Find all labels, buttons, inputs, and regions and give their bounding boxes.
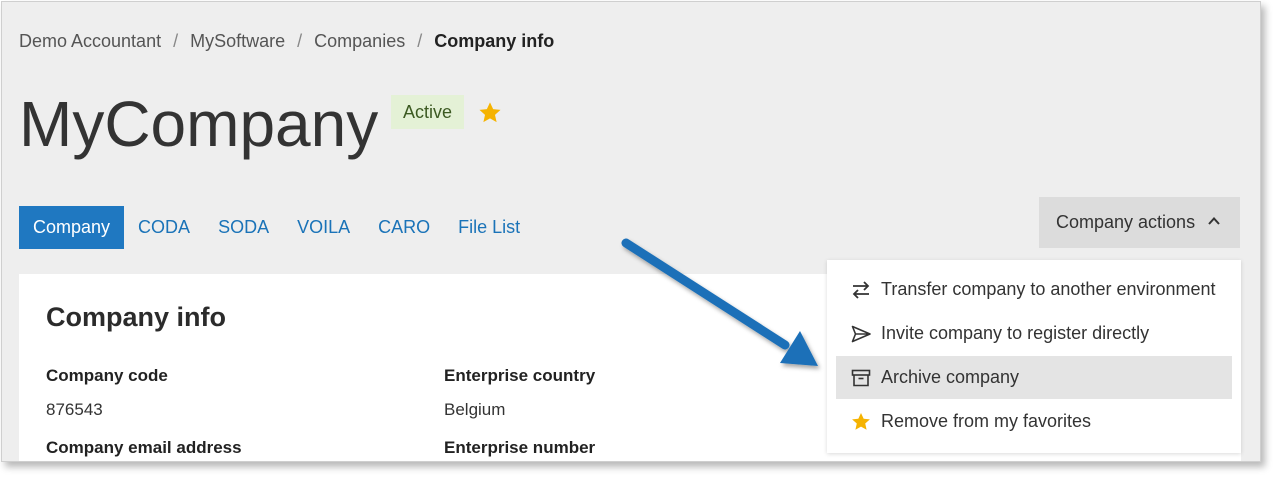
send-icon: [851, 325, 871, 342]
app-window: Demo Accountant / MySoftware / Companies…: [1, 1, 1261, 462]
menu-item-label: Remove from my favorites: [881, 411, 1092, 431]
enterprise-country-value: Belgium: [444, 400, 506, 419]
tab-company[interactable]: Company: [19, 206, 125, 249]
company-actions-button[interactable]: Company actions: [1039, 197, 1240, 248]
menu-item-transfer-company[interactable]: Transfer company to another environment: [836, 268, 1232, 311]
archive-box-icon: [851, 369, 871, 386]
page-title: MyCompany: [19, 88, 379, 160]
menu-item-label: Archive company: [881, 367, 1020, 387]
star-icon[interactable]: [477, 100, 503, 126]
menu-item-label: Transfer company to another environment: [881, 279, 1216, 299]
star-icon: [852, 412, 870, 430]
enterprise-number-label: Enterprise number: [444, 438, 596, 457]
company-actions-menu: Transfer company to another environment …: [827, 260, 1241, 453]
company-code-label: Company code: [46, 366, 168, 385]
breadcrumb-item-mysoftware[interactable]: MySoftware: [190, 31, 285, 52]
company-actions-label: Company actions: [1056, 212, 1196, 232]
breadcrumb-current: Company info: [434, 30, 555, 51]
status-badge: Active: [391, 95, 464, 129]
tab-coda[interactable]: CODA: [124, 206, 204, 249]
menu-item-remove-favorites[interactable]: Remove from my favorites: [836, 400, 1232, 443]
tab-file-list[interactable]: File List: [444, 206, 534, 249]
tab-soda[interactable]: SODA: [204, 206, 283, 249]
menu-item-archive-company[interactable]: Archive company: [836, 356, 1232, 399]
transfer-arrows-icon: [852, 280, 870, 299]
menu-item-invite-company[interactable]: Invite company to register directly: [836, 312, 1232, 355]
tab-voila[interactable]: VOILA: [283, 206, 364, 249]
tab-bar: Company CODA SODA VOILA CARO File List: [19, 206, 534, 249]
breadcrumb: Demo Accountant / MySoftware / Companies…: [19, 30, 554, 52]
breadcrumb-separator: /: [173, 30, 179, 51]
breadcrumb-item-demo-accountant[interactable]: Demo Accountant: [19, 31, 161, 52]
company-email-label: Company email address: [46, 438, 242, 457]
menu-item-label: Invite company to register directly: [881, 323, 1150, 343]
chevron-up-icon: [1208, 217, 1220, 225]
breadcrumb-separator: /: [417, 30, 423, 51]
company-code-value: 876543: [46, 400, 103, 419]
enterprise-country-label: Enterprise country: [444, 366, 596, 385]
breadcrumb-separator: /: [297, 30, 303, 51]
tab-caro[interactable]: CARO: [364, 206, 444, 249]
card-title: Company info: [46, 302, 226, 332]
breadcrumb-item-companies[interactable]: Companies: [314, 31, 405, 52]
